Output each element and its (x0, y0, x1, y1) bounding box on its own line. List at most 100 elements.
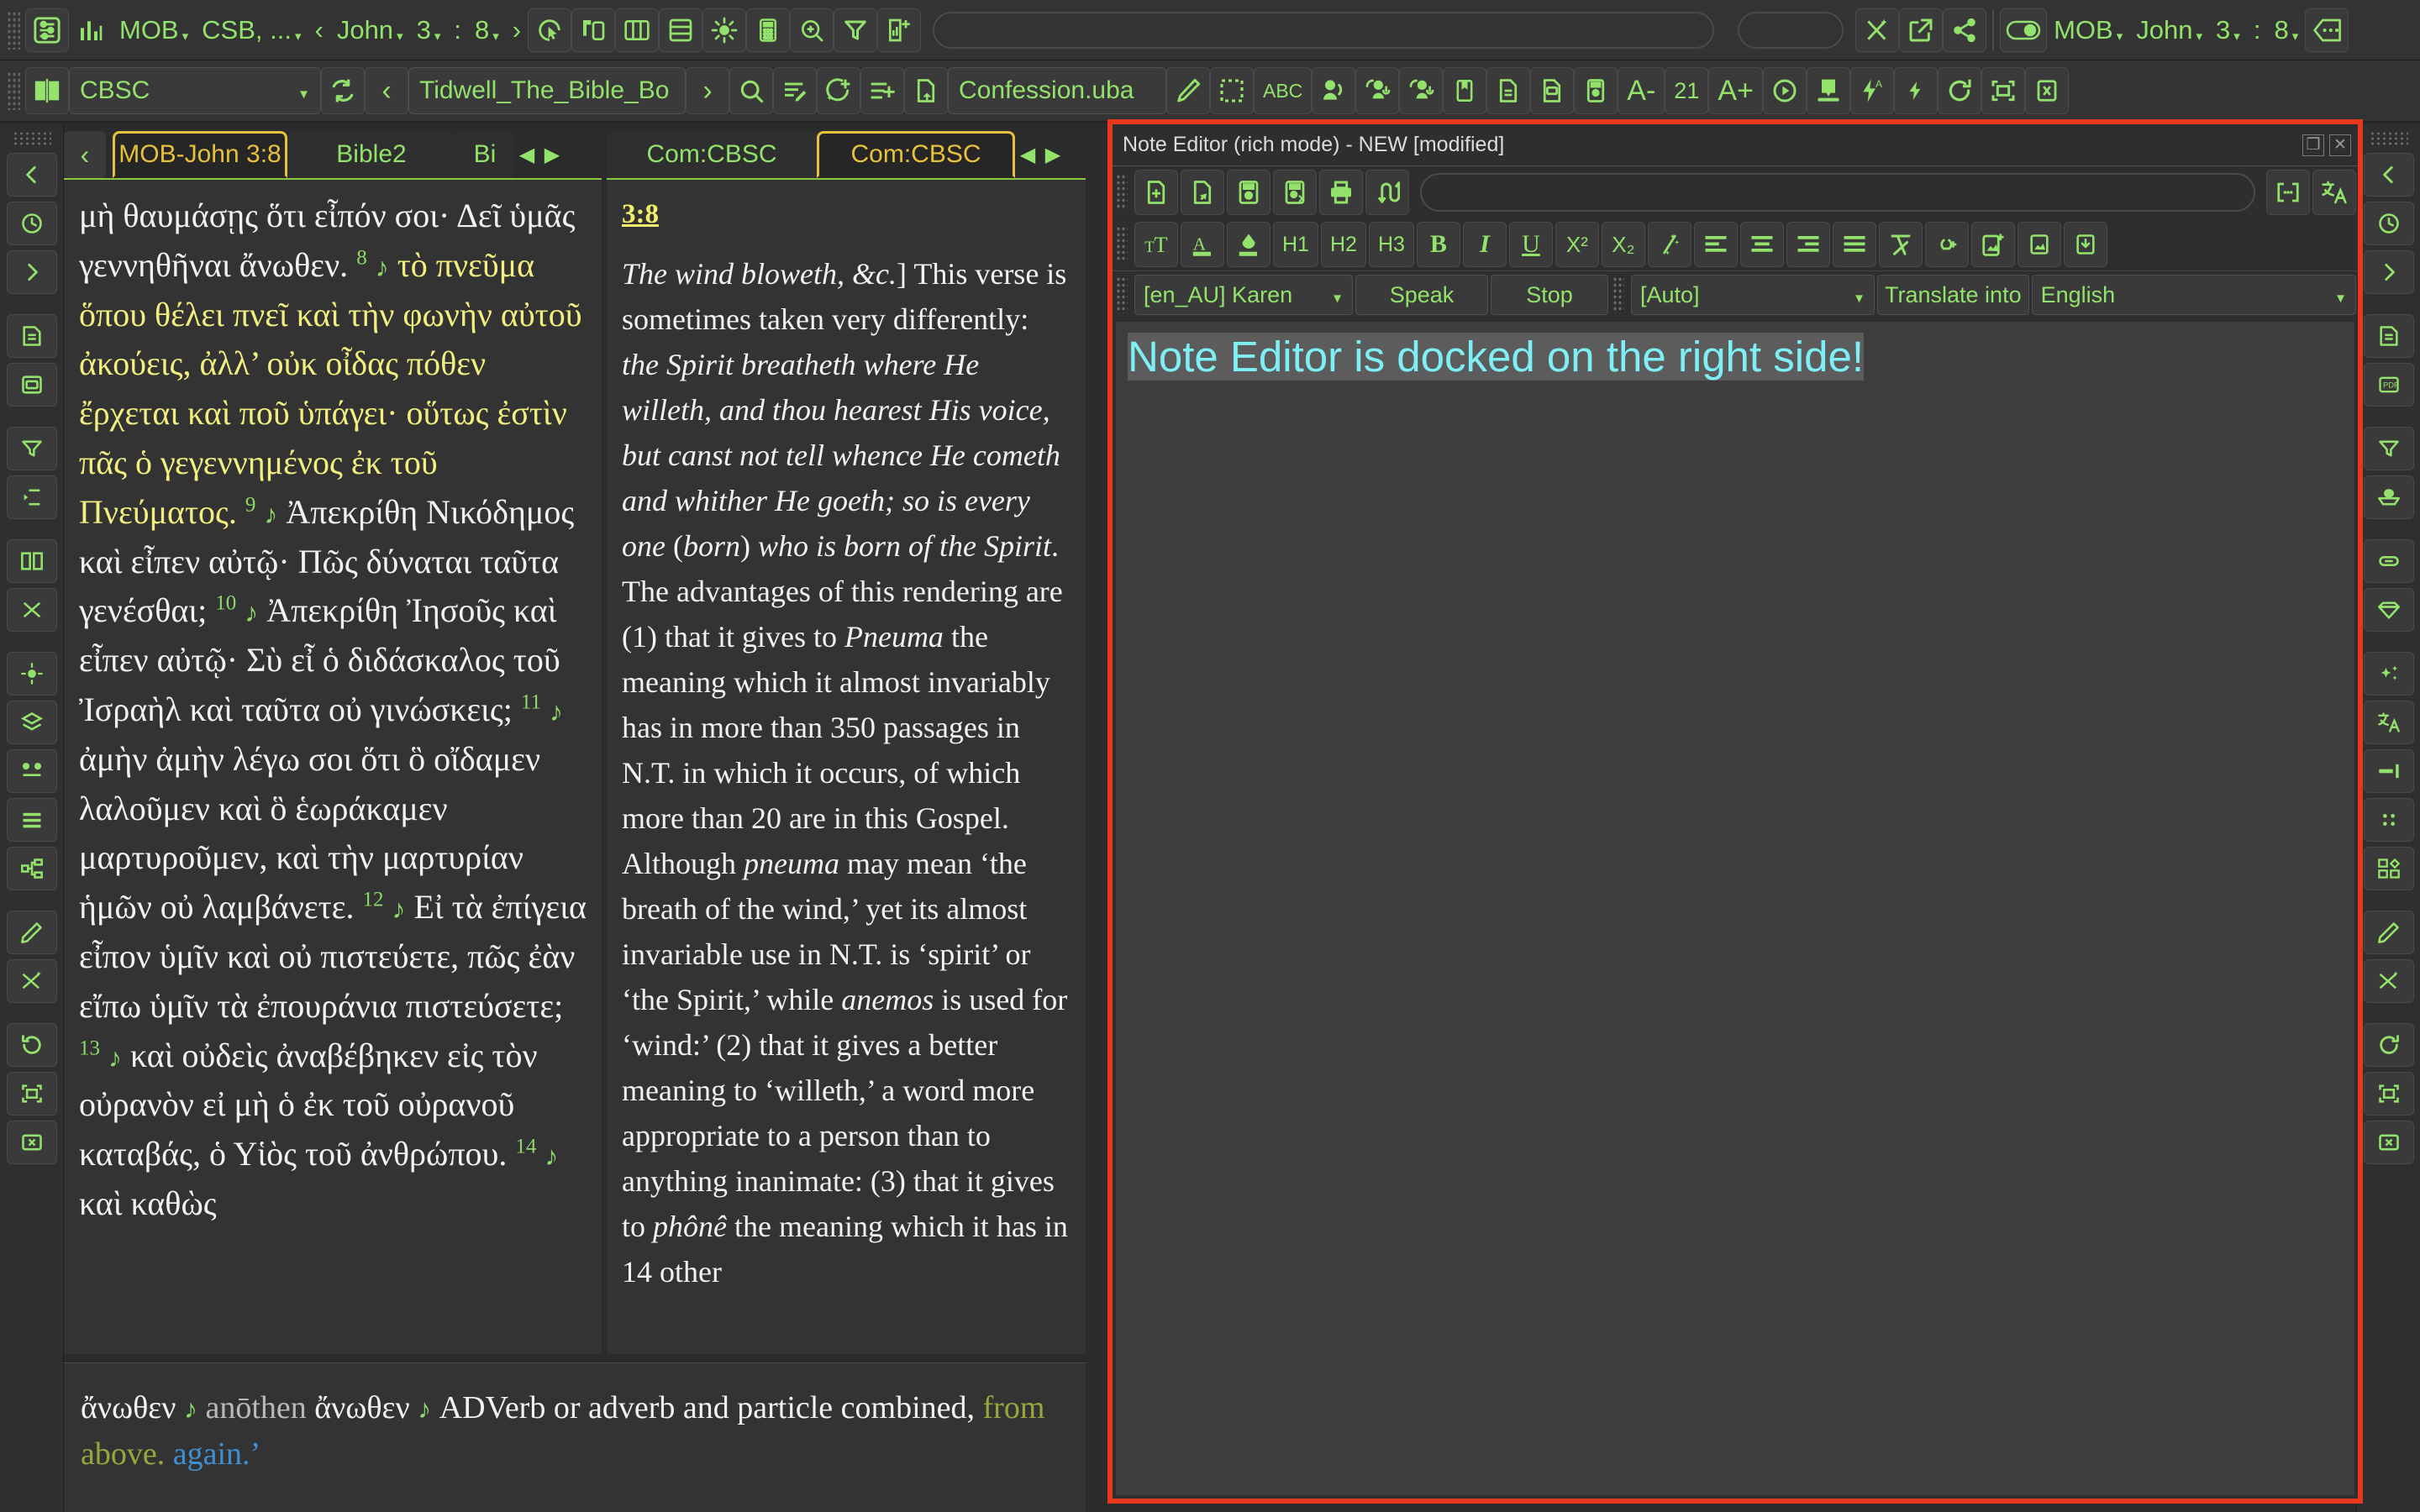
lexicon-panel[interactable]: ἄνωθεν ♪ anōthen ἄνωθεν ♪ ADVerb or adve… (64, 1362, 1086, 1512)
italic-icon[interactable]: I (1462, 222, 1507, 267)
restore-icon[interactable]: ❐ (2302, 134, 2324, 156)
heading3-icon[interactable]: H3 (1368, 222, 1414, 267)
calculator-icon[interactable] (746, 8, 791, 52)
pencil-icon[interactable] (1166, 67, 1210, 114)
insert-link-icon[interactable] (1924, 222, 1969, 267)
brightness-icon[interactable] (702, 8, 747, 52)
highlight-color-icon[interactable] (1227, 222, 1270, 267)
save-as-note-icon[interactable] (1273, 170, 1317, 215)
note-tts-toolbar-grip[interactable] (1116, 276, 1128, 313)
close-icon[interactable] (6, 1121, 57, 1164)
right-book-chip[interactable]: John ▾ (2129, 8, 2209, 52)
tts-voice-select[interactable]: [en_AU] Karen ▼ (1134, 275, 1353, 315)
list-lines-icon[interactable] (6, 798, 57, 842)
bar-chart-icon[interactable] (69, 8, 113, 52)
layers-icon[interactable] (6, 701, 57, 744)
commentary-panel[interactable]: 3:8 The wind bloweth, &c.] This verse is… (607, 178, 1086, 1354)
gem-icon[interactable] (2363, 588, 2414, 632)
panel-splitter-2[interactable] (1089, 178, 1094, 1354)
chapter-chip[interactable]: 3 ▾ (410, 8, 448, 52)
play-icon[interactable] (1762, 67, 1807, 114)
open-external-icon[interactable] (1899, 8, 1944, 52)
right-version-chip[interactable]: MOB ▾ (2047, 8, 2129, 52)
com-tabs-scroll-prev[interactable]: ◀ (1015, 131, 1040, 178)
align-center-icon[interactable] (1739, 222, 1784, 267)
history-icon[interactable] (6, 202, 57, 245)
left-rail-grip[interactable] (12, 131, 51, 146)
right-rail-grip[interactable] (2369, 131, 2408, 146)
shuffle-sparkle-icon[interactable] (6, 959, 57, 1003)
bold-icon[interactable]: B (1416, 222, 1460, 267)
magic-add-icon[interactable] (817, 67, 860, 114)
tab-com-cbsc-1[interactable]: Com:CBSC (607, 131, 817, 178)
bible-text-panel[interactable]: μὴ θαυμάσῃς ὅτι εἶπόν σοι· Δεῖ ὑμᾶς γενν… (64, 178, 602, 1354)
verse-number[interactable]: 10 (215, 592, 236, 615)
abc-icon[interactable]: ABC (1254, 67, 1313, 114)
superscript-icon[interactable]: X² (1555, 222, 1599, 267)
secondary-search-input[interactable] (1738, 11, 1844, 49)
save-doc-icon[interactable] (1574, 67, 1618, 114)
close-icon[interactable] (2024, 67, 2069, 114)
rows-layout-icon[interactable] (659, 8, 703, 52)
close-icon[interactable]: ✕ (2329, 134, 2351, 156)
verse-number[interactable]: 9 (245, 493, 256, 516)
next-document-button[interactable]: › (686, 67, 729, 114)
select-region-icon[interactable] (1210, 67, 1254, 114)
speak-group-icon[interactable] (1355, 67, 1400, 114)
click-select-icon[interactable] (528, 8, 572, 52)
lexicon-headword[interactable]: ἄνωθεν (81, 1390, 176, 1425)
verse-number[interactable]: 14 (515, 1136, 536, 1158)
parallel-windows-icon[interactable] (571, 8, 616, 52)
save-note-icon[interactable] (1227, 170, 1270, 215)
lexicon-gloss-secondary[interactable]: again.’ (173, 1436, 260, 1472)
tree-icon[interactable] (6, 847, 57, 890)
fullscreen-icon[interactable] (6, 1072, 57, 1116)
pdf-export-icon[interactable]: PDF (2363, 363, 2414, 407)
print-icon[interactable] (1319, 170, 1363, 215)
close-icon[interactable] (2363, 1121, 2414, 1164)
resource-toolbar-grip[interactable] (7, 71, 20, 110)
note-file-chip[interactable]: Confession.uba (948, 67, 1166, 114)
sync-toggle[interactable] (2000, 8, 2048, 52)
add-chart-icon[interactable] (877, 8, 922, 52)
speak-group2-icon[interactable] (1399, 67, 1444, 114)
pencil-edit-icon[interactable] (2363, 911, 2414, 954)
reload-icon[interactable] (321, 67, 365, 114)
download-icon[interactable] (1806, 67, 1850, 114)
history-icon[interactable] (2363, 202, 2414, 245)
com-tabs-scroll-next[interactable]: ▶ (1040, 131, 1065, 178)
auto-flash-icon[interactable]: A (1849, 67, 1894, 114)
note-editor-body[interactable]: Note Editor is docked on the right side! (1116, 322, 2354, 1495)
stop-button[interactable]: Stop (1491, 275, 1608, 315)
heading2-icon[interactable]: H2 (1320, 222, 1366, 267)
expand-right-icon[interactable] (6, 250, 57, 294)
pdf-export-icon[interactable] (6, 363, 57, 407)
refresh-icon[interactable] (2363, 1023, 2414, 1067)
right-verse-chip[interactable]: 8 ▾ (2267, 8, 2305, 52)
crosslink-icon[interactable] (6, 588, 57, 632)
remove-format-icon[interactable] (1878, 222, 1923, 267)
audio-note-icon[interactable]: ♪ (418, 1394, 431, 1424)
note-editor-dialog[interactable]: Note Editor (rich mode) - NEW [modified]… (1107, 119, 2363, 1504)
columns-layout-icon[interactable] (615, 8, 660, 52)
brightness-icon[interactable] (6, 652, 57, 696)
verse-number[interactable]: 13 (79, 1037, 100, 1059)
verse-number[interactable]: 11 (521, 691, 541, 714)
more-options-icon[interactable] (2305, 8, 2349, 52)
refresh-icon[interactable] (6, 1023, 57, 1067)
pencil-edit-icon[interactable] (6, 911, 57, 954)
tabs-back-button[interactable]: ‹ (64, 131, 106, 178)
add-list-icon[interactable] (860, 67, 904, 114)
fullscreen-icon[interactable] (1981, 67, 2025, 114)
tab-mob-john-3-8[interactable]: MOB-John 3:8 (113, 131, 287, 178)
tab-com-cbsc-2[interactable]: Com:CBSC (817, 131, 1015, 178)
audio-note-icon[interactable]: ♪ (245, 597, 258, 627)
tab-bible3[interactable]: Bi (455, 131, 514, 178)
refresh-icon[interactable] (1937, 67, 1981, 114)
note-format-toolbar-grip[interactable] (1116, 226, 1128, 263)
sparkles-icon[interactable] (2363, 652, 2414, 696)
edit-list-icon[interactable] (773, 67, 817, 114)
speak-button[interactable]: Speak (1355, 275, 1488, 315)
expand-right-icon[interactable] (2363, 250, 2414, 294)
audio-note-icon[interactable]: ♪ (184, 1394, 197, 1424)
